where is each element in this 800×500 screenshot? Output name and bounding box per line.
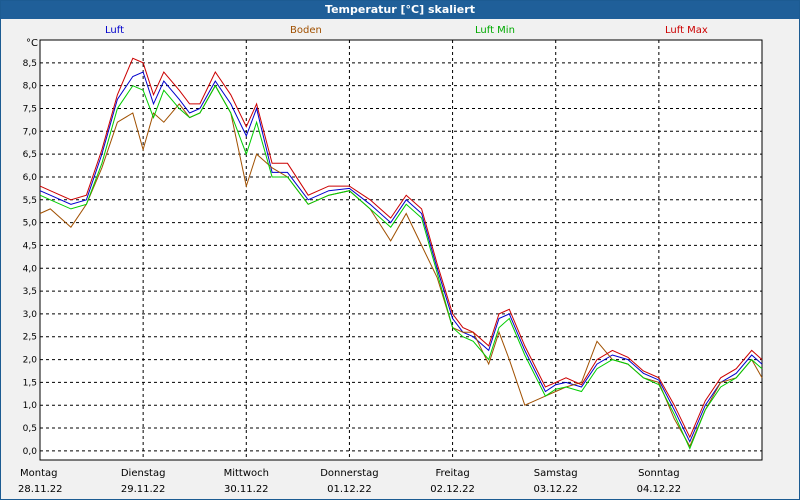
y-tick-label: 0,5 [23,424,37,434]
y-tick-label: 5,0 [23,219,38,229]
y-tick-label: 3,5 [23,287,37,297]
x-date-label: 28.11.22 [18,484,63,495]
x-date-label: 04.12.22 [637,484,682,495]
y-tick-label: 8,5 [23,59,37,69]
x-day-label: Samstag [534,468,578,479]
x-day-label: Sonntag [638,468,680,479]
x-date-label: 02.12.22 [430,484,475,495]
x-date-label: 03.12.22 [533,484,578,495]
y-tick-label: 6,0 [23,173,38,183]
y-tick-label: 8,0 [23,82,38,92]
x-date-label: 30.11.22 [224,484,269,495]
y-tick-label: 5,5 [23,196,37,206]
y-tick-label: 1,0 [23,401,38,411]
y-tick-label: 4,5 [23,241,37,251]
x-day-label: Montag [20,468,57,479]
y-tick-label: 4,0 [23,264,38,274]
y-tick-label: 3,0 [23,310,38,320]
y-tick-label: 2,0 [23,356,38,366]
x-date-label: 29.11.22 [121,484,166,495]
y-tick-label: 1,5 [23,378,37,388]
y-tick-label: 7,0 [23,127,38,137]
x-day-label: Freitag [435,468,469,479]
x-date-label: 01.12.22 [327,484,372,495]
y-tick-label: 2,5 [23,333,37,343]
y-tick-label: 7,5 [23,104,37,114]
y-tick-label: 6,5 [23,150,37,160]
x-day-label: Dienstag [121,468,166,479]
x-day-label: Mittwoch [224,468,269,479]
temperature-chart: 0,0 0,5 1,0 1,5 2,0 2,5 3,0 3,5 4,0 4,5 5,0 5,5 6,0 6… [18,39,763,495]
x-day-label: Donnerstag [320,468,378,479]
y-tick-label: 0,0 [23,447,38,457]
